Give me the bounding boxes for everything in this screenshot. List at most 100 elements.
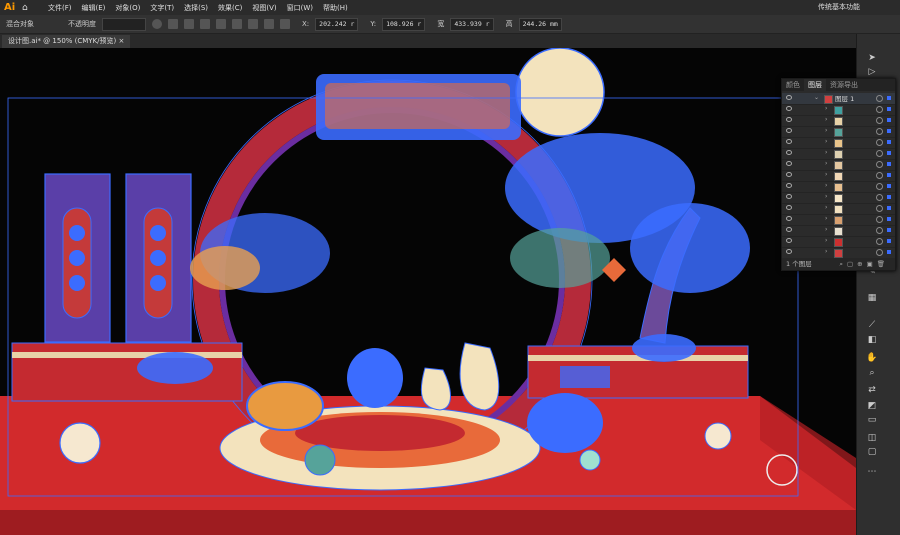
home-icon[interactable]: ⌂ [22, 3, 38, 13]
direct-selection-tool-icon[interactable]: ▷ [865, 66, 879, 78]
visibility-eye-icon[interactable] [786, 139, 792, 144]
swap-colors-icon[interactable]: ⇄ [865, 384, 879, 396]
workspace-switcher[interactable]: 传统基本功能 [818, 2, 860, 12]
expand-arrow-icon[interactable]: › [825, 215, 827, 222]
layer-actions-icons[interactable]: ⌕▢⊕▣🗑 [839, 258, 889, 270]
expand-arrow-icon[interactable]: › [825, 193, 827, 200]
selection-indicator[interactable] [887, 129, 891, 133]
menu-window[interactable]: 窗口(W) [287, 3, 313, 13]
more-tools-icon[interactable]: ⋯ [865, 466, 879, 478]
expand-arrow-icon[interactable]: › [825, 127, 827, 134]
align-left-icon[interactable] [168, 19, 178, 29]
selection-indicator[interactable] [887, 228, 891, 232]
artboard-canvas[interactable] [0, 48, 856, 535]
sublayer-row[interactable]: › [782, 236, 895, 248]
visibility-eye-icon[interactable] [786, 216, 792, 221]
target-circle-icon[interactable] [876, 237, 883, 245]
menu-type[interactable]: 文字(T) [150, 3, 174, 13]
align-middle-icon[interactable] [232, 19, 242, 29]
sublayer-row[interactable]: › [782, 214, 895, 226]
target-circle-icon[interactable] [876, 105, 883, 113]
target-circle-icon[interactable] [876, 193, 883, 201]
zoom-tool-icon[interactable]: ⌕ [865, 367, 879, 379]
opacity-field[interactable] [102, 17, 146, 31]
sublayer-row[interactable]: › [782, 137, 895, 149]
sublayer-row[interactable]: › [782, 181, 895, 193]
visibility-eye-icon[interactable] [786, 172, 792, 177]
y-field[interactable]: 108.926 r [382, 17, 426, 31]
selection-indicator[interactable] [887, 195, 891, 199]
sublayer-row[interactable]: › [782, 203, 895, 215]
tab-layers[interactable]: 图层 [804, 79, 826, 91]
sublayer-row[interactable]: › [782, 192, 895, 204]
slice-tool-icon[interactable]: ⟋ [865, 319, 879, 331]
visibility-eye-icon[interactable] [786, 106, 792, 111]
target-circle-icon[interactable] [876, 127, 883, 135]
menu-object[interactable]: 对象(O) [115, 3, 140, 13]
fill-stroke-icon[interactable]: ◩ [865, 400, 879, 412]
recolor-icon[interactable] [152, 19, 162, 29]
layer-name[interactable]: 图层 1 [835, 93, 854, 103]
sublayer-row[interactable]: › [782, 170, 895, 182]
visibility-eye-icon[interactable] [786, 194, 792, 199]
expand-arrow-icon[interactable]: › [825, 105, 827, 112]
target-circle-icon[interactable] [876, 160, 883, 168]
selection-indicator[interactable] [887, 217, 891, 221]
target-circle-icon[interactable] [876, 94, 883, 102]
draw-mode-icon[interactable]: ◫ [865, 432, 879, 444]
expand-arrow-icon[interactable]: ⌄ [814, 94, 819, 101]
eraser-tool-icon[interactable]: ◧ [865, 334, 879, 346]
target-circle-icon[interactable] [876, 171, 883, 179]
visibility-eye-icon[interactable] [786, 205, 792, 210]
sublayer-row[interactable]: › [782, 104, 895, 116]
visibility-eye-icon[interactable] [786, 183, 792, 188]
visibility-eye-icon[interactable] [786, 227, 792, 232]
sublayer-row[interactable]: › [782, 159, 895, 171]
target-circle-icon[interactable] [876, 138, 883, 146]
visibility-eye-icon[interactable] [786, 161, 792, 166]
screen-mode-icon[interactable]: ▢ [865, 446, 879, 458]
selection-indicator[interactable] [887, 173, 891, 177]
selection-indicator[interactable] [887, 151, 891, 155]
hand-tool-icon[interactable]: ✋ [865, 352, 879, 364]
width-field[interactable]: 433.939 r [450, 17, 494, 31]
selection-tool-icon[interactable]: ➤ [865, 52, 879, 64]
expand-arrow-icon[interactable]: › [825, 138, 827, 145]
artwork[interactable] [0, 48, 856, 535]
menu-select[interactable]: 选择(S) [184, 3, 208, 13]
expand-arrow-icon[interactable]: › [825, 204, 827, 211]
align-bottom-icon[interactable] [248, 19, 258, 29]
x-field[interactable]: 202.242 r [315, 17, 359, 31]
visibility-eye-icon[interactable] [786, 95, 792, 100]
target-circle-icon[interactable] [876, 149, 883, 157]
selection-indicator[interactable] [887, 140, 891, 144]
expand-arrow-icon[interactable]: › [825, 160, 827, 167]
distribute-icon[interactable] [264, 19, 274, 29]
expand-arrow-icon[interactable]: › [825, 226, 827, 233]
selection-indicator[interactable] [887, 118, 891, 122]
tab-color[interactable]: 颜色 [782, 79, 804, 91]
selection-indicator[interactable] [887, 239, 891, 243]
align-right-icon[interactable] [200, 19, 210, 29]
close-icon[interactable]: × [119, 37, 125, 45]
menu-view[interactable]: 视图(V) [252, 3, 276, 13]
sublayer-row[interactable]: › [782, 126, 895, 138]
menu-edit[interactable]: 编辑(E) [82, 3, 106, 13]
menu-effect[interactable]: 效果(C) [218, 3, 242, 13]
expand-arrow-icon[interactable]: › [825, 237, 827, 244]
selection-indicator[interactable] [887, 250, 891, 254]
graph-tool-icon[interactable]: ▦ [865, 292, 879, 304]
sublayer-row[interactable]: › [782, 225, 895, 237]
target-circle-icon[interactable] [876, 226, 883, 234]
sublayer-row[interactable]: › [782, 247, 895, 259]
opacity-label[interactable]: 不透明度 [68, 19, 96, 29]
align-top-icon[interactable] [216, 19, 226, 29]
selection-indicator[interactable] [887, 184, 891, 188]
visibility-eye-icon[interactable] [786, 249, 792, 254]
color-mode-icon[interactable]: ▭ [865, 414, 879, 426]
selection-indicator[interactable] [887, 206, 891, 210]
sublayer-row[interactable]: › [782, 148, 895, 160]
target-circle-icon[interactable] [876, 215, 883, 223]
expand-arrow-icon[interactable]: › [825, 182, 827, 189]
menu-file[interactable]: 文件(F) [48, 3, 72, 13]
